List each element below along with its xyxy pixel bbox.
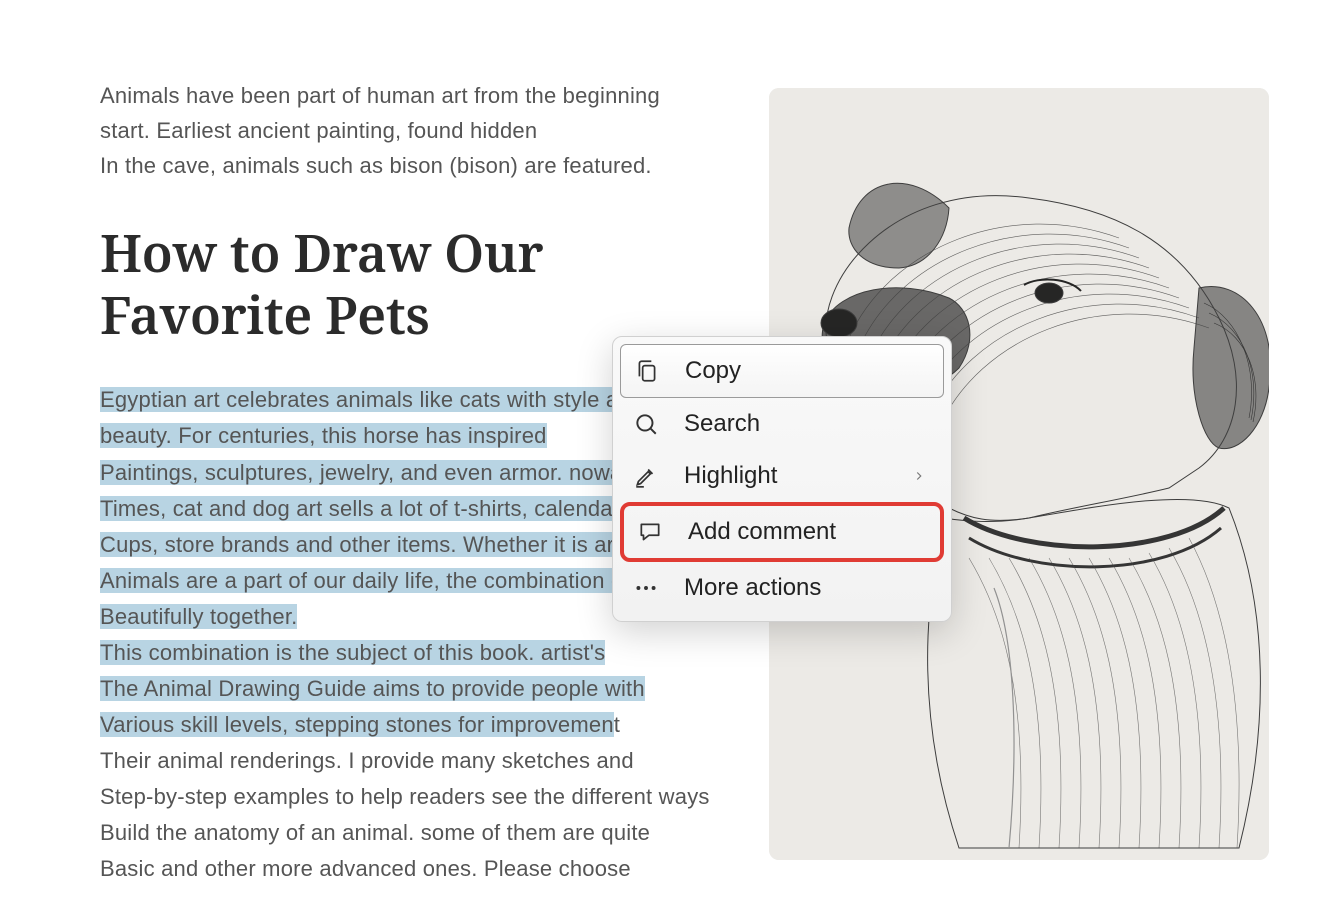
menu-add-comment[interactable]: Add comment xyxy=(620,502,944,562)
search-icon xyxy=(632,410,660,438)
menu-label: Search xyxy=(684,410,760,438)
menu-label: Highlight xyxy=(684,462,777,490)
menu-copy[interactable]: Copy xyxy=(620,344,944,398)
intro-line: In the cave, animals such as bison (biso… xyxy=(100,153,652,178)
body-text: Build the anatomy of an animal. some of … xyxy=(100,820,650,845)
highlighted-text[interactable]: Paintings, sculptures, jewelry, and even… xyxy=(100,460,670,485)
more-icon xyxy=(632,574,660,602)
intro-line: Animals have been part of human art from… xyxy=(100,83,660,108)
highlighted-text[interactable]: Beautifully together. xyxy=(100,604,297,629)
highlighter-icon xyxy=(632,462,660,490)
intro-line: start. Earliest ancient painting, found … xyxy=(100,118,537,143)
menu-search[interactable]: Search xyxy=(620,398,944,450)
body-text: Their animal renderings. I provide many … xyxy=(100,748,634,773)
page-title: How to Draw Our Favorite Pets xyxy=(100,222,700,347)
menu-label: Copy xyxy=(685,357,741,385)
body-text: Step-by-step examples to help readers se… xyxy=(100,784,710,809)
highlighted-text[interactable]: This combination is the subject of this … xyxy=(100,640,605,665)
menu-label: More actions xyxy=(684,574,821,602)
comment-icon xyxy=(636,518,664,546)
body-text: Basic and other more advanced ones. Plea… xyxy=(100,856,631,881)
context-menu: Copy Search Highlight Ad xyxy=(612,336,952,622)
highlighted-text[interactable]: Cups, store brands and other items. Whet… xyxy=(100,532,696,557)
menu-more-actions[interactable]: More actions xyxy=(620,562,944,614)
highlighted-text[interactable]: Times, cat and dog art sells a lot of t-… xyxy=(100,496,692,521)
highlighted-text[interactable]: Animals are a part of our daily life, th… xyxy=(100,568,696,593)
body-text: t xyxy=(614,712,620,737)
highlighted-text[interactable]: Egyptian art celebrates animals like cat… xyxy=(100,387,696,412)
chevron-right-icon xyxy=(912,469,926,483)
highlighted-text[interactable]: The Animal Drawing Guide aims to provide… xyxy=(100,676,645,701)
menu-label: Add comment xyxy=(688,518,836,546)
menu-highlight[interactable]: Highlight xyxy=(620,450,944,502)
highlighted-text[interactable]: beauty. For centuries, this horse has in… xyxy=(100,423,547,448)
copy-icon xyxy=(633,357,661,385)
highlighted-text[interactable]: Various skill levels, stepping stones fo… xyxy=(100,712,614,737)
